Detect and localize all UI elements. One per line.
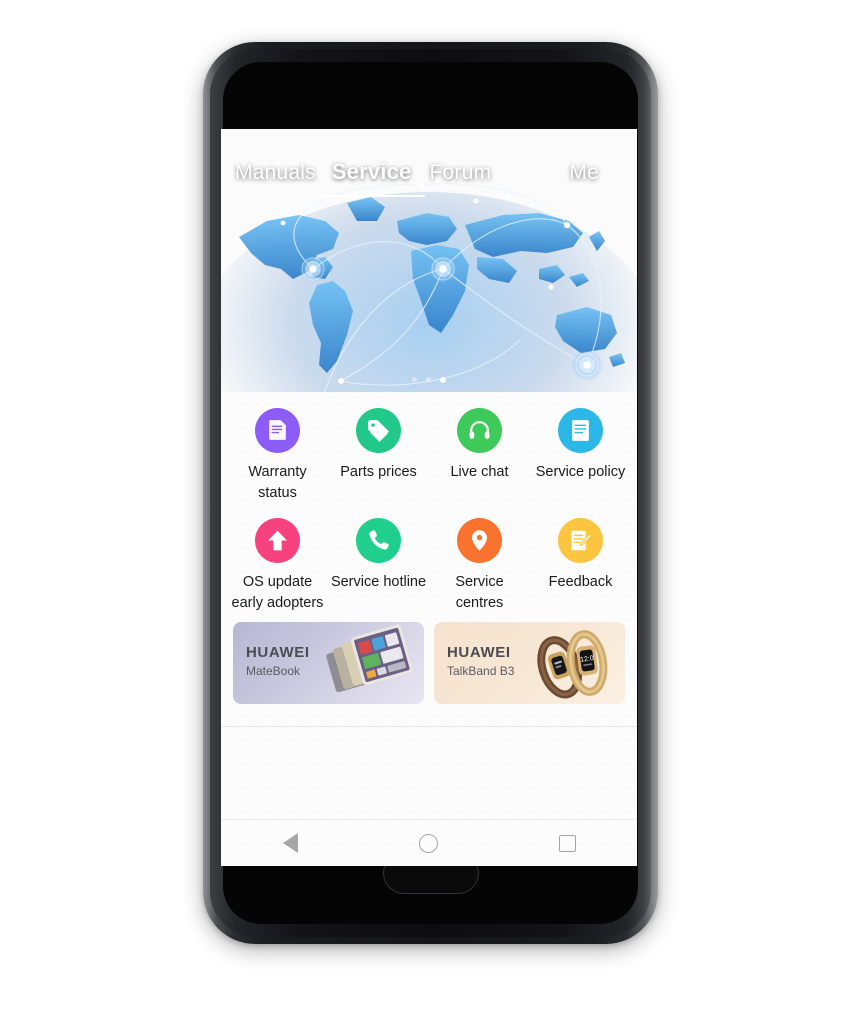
nav-back-button[interactable] [263,823,317,863]
tab-forum[interactable]: Forum [429,161,491,185]
carousel-dot-3-active[interactable] [440,377,446,383]
shortcut-service-hotline[interactable]: Service hotline [328,504,429,614]
shortcut-feedback[interactable]: Feedback [530,504,631,614]
carousel-indicator [221,377,637,383]
phone-screen: Manuals Service Forum Me Warranty status… [221,129,637,866]
promo-banner-talkband[interactable]: HUAWEI TalkBand B3 12:0 [434,622,625,705]
promo-banner-matebook[interactable]: HUAWEI MateBook [233,622,424,705]
service-shortcut-grid: Warranty status Parts prices Live chat S… [221,392,637,614]
shortcut-parts-prices[interactable]: Parts prices [328,400,429,504]
banner-brand: HUAWEI [246,644,310,662]
tab-me[interactable]: Me [569,161,599,185]
square-recents-icon [559,834,577,852]
price-tag-icon [356,408,401,453]
tab-active-underline [318,195,425,197]
shortcut-label: OS update early adopters [231,574,324,612]
screenshot-stage: Manuals Service Forum Me Warranty status… [0,0,860,1019]
nav-recents-button[interactable] [541,823,595,863]
banner-model: MateBook [246,664,301,679]
headset-icon [457,408,502,453]
nav-home-button[interactable] [402,823,456,863]
tab-manuals[interactable]: Manuals [235,161,316,185]
shortcut-label: Service hotline [330,574,427,591]
banner-model: TalkBand B3 [447,664,515,679]
shortcut-label: Feedback [548,574,613,591]
content-divider [221,726,637,728]
document-icon [558,408,603,453]
phone-icon [356,518,401,564]
shortcut-service-policy[interactable]: Service policy [530,400,631,504]
android-nav-bar [221,819,637,866]
banner-text: HUAWEI MateBook [246,644,310,678]
shortcut-service-centres[interactable]: Service centres [429,504,530,614]
shortcut-warranty-status[interactable]: Warranty status [227,400,328,504]
banner-text: HUAWEI TalkBand B3 [447,644,514,678]
laptop-tablet-art-icon [324,622,420,704]
promo-banner-row: HUAWEI MateBook HUAWEI TalkBand B3 12:0 [221,614,637,705]
shortcut-os-update-early-adopters[interactable]: OS update early adopters [227,504,328,614]
carousel-dot-2[interactable] [426,377,431,382]
shortcut-live-chat[interactable]: Live chat [429,400,530,504]
document-lines-icon [255,408,300,453]
arrow-up-icon [255,518,300,564]
circle-home-icon [419,833,439,853]
hero-tab-bar: Manuals Service Forum Me [221,159,637,197]
banner-brand: HUAWEI [447,644,511,662]
shortcut-label: Service centres [455,574,504,612]
triangle-back-icon [282,833,298,853]
feedback-edit-icon [558,518,603,564]
tab-service-label: Service [331,159,412,184]
tab-service[interactable]: Service [318,159,425,197]
carousel-dot-1[interactable] [412,377,417,382]
location-pin-icon [457,518,502,564]
shortcut-label: Live chat [450,464,509,480]
shortcut-label: Parts prices [340,464,417,480]
smartband-art-icon: 12:0 [525,622,621,704]
shortcut-label: Warranty status [248,464,307,502]
hero-banner[interactable]: Manuals Service Forum Me [221,129,637,392]
shortcut-label: Service policy [535,464,626,480]
service-content: Warranty status Parts prices Live chat S… [221,392,637,866]
